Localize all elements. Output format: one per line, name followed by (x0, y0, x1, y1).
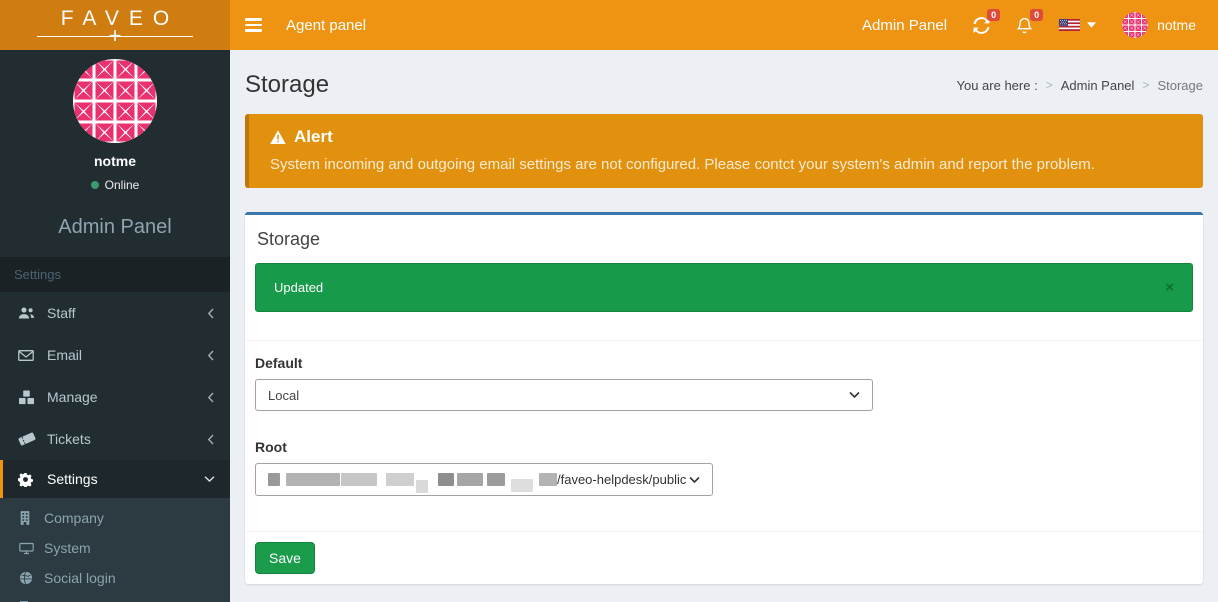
root-path-select[interactable]: /faveo-helpdesk/public (255, 463, 713, 496)
sidebar-subitem-label: Social login (44, 570, 116, 586)
sidebar-subitem-system[interactable]: System (0, 533, 230, 563)
navbar-username: notme (1157, 17, 1196, 33)
sidebar: notme Online Admin Panel Settings Staff … (0, 50, 230, 602)
desktop-icon (19, 542, 35, 555)
chevron-down-icon (849, 391, 860, 399)
chevron-down-icon (204, 475, 215, 483)
breadcrumb-storage: Storage (1157, 78, 1203, 93)
sidebar-item-staff[interactable]: Staff (0, 292, 230, 334)
save-button[interactable]: Save (255, 542, 315, 574)
sidebar-panel-title: Admin Panel (0, 192, 230, 257)
navbar: Agent panel Admin Panel 0 0 (230, 0, 1218, 50)
breadcrumb-prefix: You are here : (957, 78, 1038, 93)
root-path-redacted (268, 473, 557, 486)
faveo-logo[interactable]: FAVEO + (0, 0, 230, 50)
root-field-group: Root (255, 439, 1193, 496)
notifications-button[interactable]: 0 (1016, 17, 1033, 34)
us-flag-icon (1059, 19, 1080, 31)
page-title: Storage (245, 71, 329, 99)
updated-success-alert: Updated × (255, 263, 1193, 312)
chevron-left-icon (207, 350, 215, 361)
agent-panel-link[interactable]: Agent panel (276, 17, 376, 34)
language-dropdown[interactable] (1059, 19, 1096, 31)
globe-icon (19, 571, 35, 585)
cubes-icon (18, 390, 38, 405)
sidebar-item-label: Email (47, 347, 82, 363)
chevron-left-icon (207, 308, 215, 319)
breadcrumb-admin-panel[interactable]: Admin Panel (1061, 78, 1135, 93)
breadcrumb-separator: > (1046, 78, 1053, 92)
ticket-icon (18, 432, 38, 446)
success-message: Updated (274, 280, 323, 295)
refresh-button[interactable]: 0 (973, 17, 990, 34)
main-content: Storage You are here : > Admin Panel > S… (230, 50, 1218, 602)
sidebar-item-label: Tickets (47, 431, 91, 447)
storage-form: Default Local Root (245, 340, 1203, 496)
navbar-right: Admin Panel 0 0 (862, 12, 1218, 38)
sidebar-subitem-label: Company (44, 510, 104, 526)
chevron-down-icon (689, 476, 700, 484)
sidebar-item-manage[interactable]: Manage (0, 376, 230, 418)
default-selected-value: Local (268, 388, 299, 403)
storage-card: Storage Updated × Default Local Root (245, 212, 1203, 584)
notifications-count-badge: 0 (1030, 9, 1043, 21)
settings-submenu: Company System Social login Language (0, 498, 230, 602)
caret-down-icon (1087, 22, 1096, 28)
online-status-label: Online (105, 178, 140, 192)
email-config-alert: Alert System incoming and outgoing email… (245, 114, 1203, 188)
sidebar-item-email[interactable]: Email (0, 334, 230, 376)
sidebar-item-tickets[interactable]: Tickets (0, 418, 230, 460)
faveo-logo-plus: + (107, 25, 124, 47)
gear-icon (18, 472, 38, 487)
root-label: Root (255, 439, 1193, 455)
faveo-admin-app: FAVEO + Agent panel Admin Panel 0 (0, 0, 1218, 602)
faveo-logo-underline: + (37, 31, 193, 43)
user-menu[interactable]: notme (1122, 12, 1196, 38)
warning-icon (270, 130, 286, 144)
sidebar-item-label: Manage (47, 389, 98, 405)
chevron-left-icon (207, 392, 215, 403)
card-footer: Save (245, 531, 1203, 584)
alert-title: Alert (294, 127, 333, 147)
card-title: Storage (245, 215, 1203, 263)
online-status-dot (91, 181, 99, 189)
sidebar-subitem-social-login[interactable]: Social login (0, 563, 230, 593)
admin-panel-link[interactable]: Admin Panel (862, 17, 947, 34)
sidebar-toggle-button[interactable] (230, 0, 276, 50)
chevron-left-icon (207, 434, 215, 445)
sidebar-subitem-company[interactable]: Company (0, 503, 230, 533)
sidebar-subitem-language[interactable]: Language (0, 593, 230, 602)
breadcrumb: You are here : > Admin Panel > Storage (957, 78, 1204, 93)
avatar (73, 59, 157, 143)
users-icon (18, 306, 38, 320)
sidebar-username: notme (0, 153, 230, 169)
sidebar-item-label: Staff (47, 305, 76, 321)
default-field-group: Default Local (255, 355, 1193, 411)
breadcrumb-separator: > (1142, 78, 1149, 92)
sidebar-item-label: Settings (47, 471, 98, 487)
building-icon (19, 511, 35, 525)
sidebar-user-panel: notme Online (0, 50, 230, 192)
user-status: Online (0, 178, 230, 192)
close-icon[interactable]: × (1165, 280, 1174, 295)
alert-title-row: Alert (270, 127, 1182, 147)
alert-message: System incoming and outgoing email setti… (270, 156, 1182, 173)
content-header: Storage You are here : > Admin Panel > S… (245, 50, 1203, 114)
default-storage-select[interactable]: Local (255, 379, 873, 411)
avatar (1122, 12, 1148, 38)
root-selected-value: /faveo-helpdesk/public (557, 472, 686, 487)
refresh-count-badge: 0 (987, 9, 1000, 21)
sidebar-section-header: Settings (0, 257, 230, 292)
envelope-icon (18, 349, 38, 362)
sidebar-subitem-label: System (44, 540, 91, 556)
top-navbar: FAVEO + Agent panel Admin Panel 0 (0, 0, 1218, 50)
default-label: Default (255, 355, 1193, 371)
sidebar-item-settings[interactable]: Settings (0, 460, 230, 498)
